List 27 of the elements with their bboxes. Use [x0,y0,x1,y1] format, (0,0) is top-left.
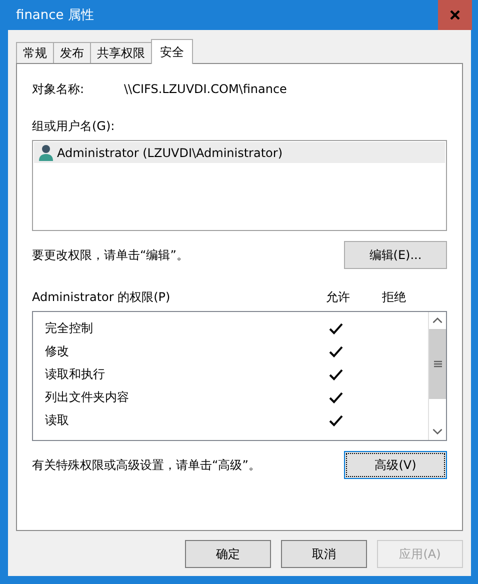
grip-icon [434,360,442,368]
permission-name: 修改 [45,343,70,360]
scrollbar[interactable] [428,312,446,440]
dialog-button[interactable]: 确定 [185,540,271,568]
permission-name: 读取 [45,412,70,429]
edit-hint: 要更改权限，请单击“编辑”。 [32,246,188,264]
user-item[interactable]: Administrator (LZUVDI\Administrator) [34,142,445,163]
object-name-value: \\CIFS.LZUVDI.COM\finance [124,82,287,96]
object-name-label: 对象名称: [32,80,86,98]
close-button[interactable] [438,0,472,30]
permission-name: 完全控制 [45,320,94,337]
scroll-thumb[interactable] [429,329,446,399]
permissions-label: Administrator 的权限(P) [32,288,172,306]
dialog-button[interactable]: 取消 [281,540,367,568]
allow-header: 允许 [325,288,351,306]
tab[interactable]: 安全 [151,39,193,64]
groups-label: 组或用户名(G): [32,118,116,134]
advanced-button[interactable]: 高级(V) [344,451,447,479]
tab[interactable]: 常规 [16,42,54,63]
user-icon [38,144,54,162]
permission-name: 读取和执行 [45,366,106,383]
edit-button[interactable]: 编辑(E)... [344,241,447,269]
deny-header: 拒绝 [381,288,407,306]
close-icon [449,9,461,21]
window-title: finance 属性 [15,7,94,24]
permission-name: 列出文件夹内容 [45,389,130,406]
advanced-hint: 有关特殊权限或高级设置，请单击“高级”。 [32,456,260,474]
